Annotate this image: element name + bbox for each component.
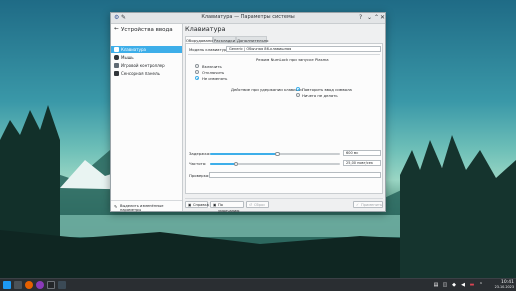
- help-icon[interactable]: ?: [359, 14, 362, 22]
- page-title: Клавиатура: [185, 25, 226, 33]
- clock[interactable]: 10:41 23.10.2023: [495, 280, 514, 290]
- delay-label: Задержка:: [189, 151, 211, 156]
- key-hold-label: Действие при удержании клавиши:: [231, 87, 303, 92]
- numlock-on-label: Включить: [202, 64, 222, 69]
- test-input[interactable]: [209, 172, 381, 178]
- sidebar-header: ← Устройства ввода: [111, 26, 182, 36]
- firefox-icon[interactable]: [25, 281, 33, 289]
- numlock-unchanged-radio[interactable]: [195, 76, 199, 80]
- do-nothing-label: Ничего не делать: [302, 93, 338, 98]
- delay-slider[interactable]: [210, 151, 340, 156]
- sidebar-title: Устройства ввода: [121, 27, 173, 33]
- volume-icon[interactable]: ◀: [459, 281, 467, 289]
- apply-button-label: Применить: [361, 203, 383, 207]
- notifications-icon[interactable]: ◫: [441, 281, 449, 289]
- numlock-on-radio[interactable]: [195, 64, 199, 68]
- tab-layouts[interactable]: Раскладки: [213, 36, 236, 43]
- tray-expand-icon[interactable]: ⌃: [477, 281, 485, 289]
- highlight-icon: ✎: [114, 204, 118, 209]
- sidebar-item-label: Игровой контроллер: [121, 63, 165, 68]
- back-arrow-icon[interactable]: ←: [114, 26, 119, 32]
- reset-button-label: Сброс: [254, 203, 266, 207]
- divider: [185, 198, 383, 199]
- highlight-changed-button[interactable]: ✎ Выделить изменённые параметры: [111, 200, 182, 212]
- mouse-icon: [114, 55, 119, 60]
- apply-button[interactable]: ✓ Применить: [353, 201, 383, 208]
- tab-advanced[interactable]: Дополнительно: [236, 36, 269, 43]
- delay-slider-handle[interactable]: [275, 151, 280, 156]
- media-player-icon[interactable]: [36, 281, 44, 289]
- clipboard-icon[interactable]: ▤: [432, 281, 440, 289]
- numlock-off-radio[interactable]: [195, 70, 199, 74]
- delay-spinbox[interactable]: 600 мс: [343, 150, 381, 156]
- repeat-char-label: Повторить ввод символа: [302, 87, 352, 92]
- hardware-panel: Модель клавиатуры: Generic | Обычная 86-…: [185, 43, 383, 194]
- keyboard-model-label: Модель клавиатуры:: [189, 47, 231, 52]
- reset-button[interactable]: ↺ Сброс: [246, 201, 269, 208]
- sidebar-item-touchpad[interactable]: Сенсорная панель: [111, 70, 182, 77]
- defaults-button-label: По умолчанию: [218, 203, 240, 213]
- touchpad-icon: [114, 71, 119, 76]
- sidebar-item-label: Сенсорная панель: [121, 71, 160, 76]
- repeat-char-radio[interactable]: [296, 87, 300, 91]
- rate-slider-handle[interactable]: [233, 161, 239, 166]
- close-icon[interactable]: ✕: [380, 14, 385, 22]
- help-button[interactable]: ▣ Справка: [185, 201, 209, 208]
- reset-icon: ↺: [249, 202, 253, 207]
- terminal-icon[interactable]: [47, 281, 55, 289]
- gamepad-icon: [114, 63, 119, 68]
- rate-label: Частота:: [189, 161, 207, 166]
- taskbar: ▤ ◫ ◆ ◀ ▬ ⌃ 10:41 23.10.2023: [0, 278, 516, 291]
- minimize-icon[interactable]: ⌄: [367, 14, 372, 22]
- do-nothing-radio[interactable]: [296, 93, 300, 97]
- maximize-icon[interactable]: ⌃: [374, 14, 379, 22]
- delay-slider-fill: [210, 153, 278, 155]
- sidebar-item-label: Мышь: [121, 55, 134, 60]
- tab-hardware[interactable]: Оборудование: [185, 36, 215, 43]
- title-bar: ⚙ ✎ Клавиатура — Параметры системы ? ⌄ ⌃…: [111, 13, 385, 24]
- window-title: Клавиатура — Параметры системы: [201, 14, 295, 20]
- test-label: Проверка:: [189, 173, 210, 178]
- rate-slider-fill: [210, 163, 236, 165]
- rate-spinbox[interactable]: 25,00 повт/сек: [343, 160, 381, 166]
- sidebar-item-gamepad[interactable]: Игровой контроллер: [111, 62, 182, 69]
- keyboard-icon: [114, 47, 119, 52]
- clock-date: 23.10.2023: [494, 285, 514, 289]
- keyboard-model-select[interactable]: Generic | Обычная 86-клавишная: [226, 46, 381, 52]
- numlock-unchanged-label: Не изменять: [202, 76, 228, 81]
- help-button-label: Справка: [193, 203, 209, 207]
- language-flag-icon[interactable]: ▬: [468, 281, 476, 289]
- sidebar-item-keyboard[interactable]: Клавиатура: [111, 46, 182, 53]
- app-launcher-icon[interactable]: [3, 281, 11, 289]
- network-icon[interactable]: ◆: [450, 281, 458, 289]
- main-content: Клавиатура Оборудование Раскладки Дополн…: [183, 24, 385, 213]
- settings-task-icon[interactable]: [58, 281, 66, 289]
- divider: [188, 54, 380, 55]
- defaults-button-icon: ▣: [213, 202, 217, 207]
- defaults-button[interactable]: ▣ По умолчанию: [210, 201, 244, 213]
- numlock-heading: Режим NumLock при запуске Plasma: [256, 57, 329, 62]
- apply-icon: ✓: [356, 202, 360, 207]
- sidebar-item-label: Клавиатура: [121, 47, 146, 52]
- help-button-icon: ▣: [188, 202, 192, 207]
- sidebar: ← Устройства ввода Клавиатура Мышь Игров…: [111, 24, 183, 212]
- numlock-off-label: Отключить: [202, 70, 225, 75]
- rate-slider[interactable]: [210, 161, 340, 166]
- file-manager-icon[interactable]: [14, 281, 22, 289]
- settings-window: ⚙ ✎ Клавиатура — Параметры системы ? ⌄ ⌃…: [110, 12, 386, 213]
- sidebar-item-mouse[interactable]: Мышь: [111, 54, 182, 61]
- highlight-changed-label: Выделить изменённые параметры: [120, 204, 164, 212]
